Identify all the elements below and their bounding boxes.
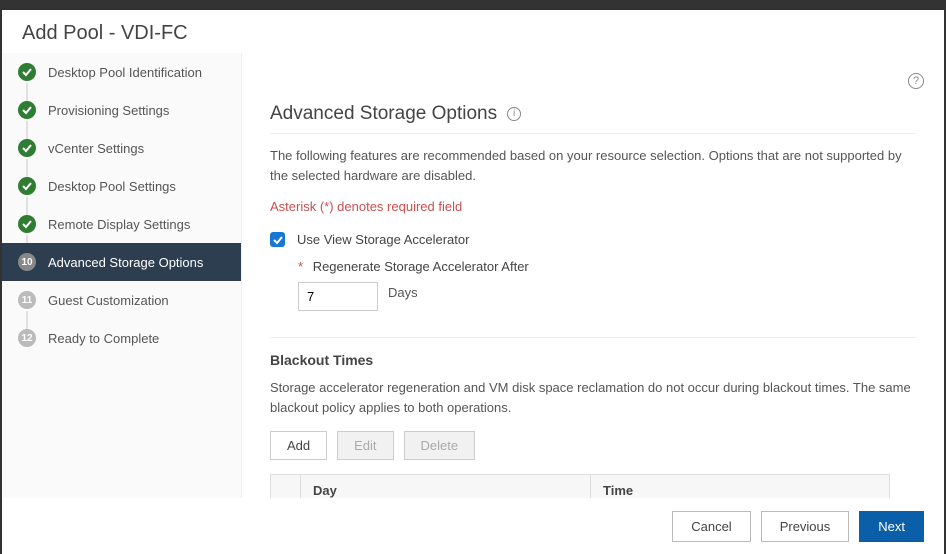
- step-label: Provisioning Settings: [48, 103, 169, 118]
- add-pool-modal: Add Pool - VDI-FC Desktop Pool Identific…: [2, 10, 944, 554]
- step-label: Remote Display Settings: [48, 217, 190, 232]
- check-icon: [18, 63, 36, 81]
- step-label: Ready to Complete: [48, 331, 159, 346]
- blackout-description: Storage accelerator regeneration and VM …: [270, 378, 916, 417]
- check-icon: [273, 235, 283, 245]
- help-icon[interactable]: ?: [908, 73, 924, 89]
- wizard-step[interactable]: Desktop Pool Settings: [2, 167, 241, 205]
- section-title-row: Advanced Storage Options i: [270, 103, 916, 134]
- step-number: 10: [18, 253, 36, 271]
- use-storage-accelerator-row: Use View Storage Accelerator: [270, 232, 916, 247]
- use-storage-accelerator-checkbox[interactable]: [270, 232, 285, 247]
- step-label: vCenter Settings: [48, 141, 144, 156]
- use-storage-accelerator-label: Use View Storage Accelerator: [297, 232, 469, 247]
- wizard-step[interactable]: 10 Advanced Storage Options: [2, 243, 241, 281]
- blackout-button-row: Add Edit Delete: [270, 431, 916, 460]
- check-icon: [18, 101, 36, 119]
- step-label: Desktop Pool Settings: [48, 179, 176, 194]
- required-asterisk: *: [298, 259, 303, 274]
- wizard-step[interactable]: 12 Ready to Complete: [2, 319, 241, 357]
- check-icon: [18, 139, 36, 157]
- regenerate-unit: Days: [388, 285, 418, 300]
- modal-body: Desktop Pool Identification Provisioning …: [2, 53, 944, 498]
- required-note: Asterisk (*) denotes required field: [270, 199, 916, 214]
- regenerate-label: Regenerate Storage Accelerator After: [313, 259, 529, 274]
- table-header-day[interactable]: Day: [301, 475, 591, 498]
- step-label: Guest Customization: [48, 293, 169, 308]
- footer: Cancel Previous Next: [2, 498, 944, 554]
- modal-title: Add Pool - VDI-FC: [2, 10, 944, 53]
- wizard-step[interactable]: Remote Display Settings: [2, 205, 241, 243]
- next-button[interactable]: Next: [859, 511, 924, 542]
- edit-button: Edit: [337, 431, 393, 460]
- regenerate-row: * Regenerate Storage Accelerator After: [298, 259, 916, 274]
- previous-button[interactable]: Previous: [761, 511, 850, 542]
- add-button[interactable]: Add: [270, 431, 327, 460]
- blackout-table: Day Time: [270, 474, 890, 498]
- table-header: Day Time: [271, 475, 889, 498]
- check-icon: [18, 215, 36, 233]
- delete-button: Delete: [404, 431, 476, 460]
- step-number: 11: [18, 291, 36, 309]
- regenerate-input-row: Days: [298, 282, 916, 311]
- check-icon: [18, 177, 36, 195]
- wizard-step[interactable]: Desktop Pool Identification: [2, 53, 241, 91]
- table-header-select: [271, 475, 301, 498]
- table-header-time[interactable]: Time: [591, 475, 889, 498]
- wizard-step[interactable]: Provisioning Settings: [2, 91, 241, 129]
- wizard-steps: Desktop Pool Identification Provisioning …: [2, 53, 242, 498]
- section-title: Advanced Storage Options: [270, 103, 497, 125]
- step-label: Desktop Pool Identification: [48, 65, 202, 80]
- blackout-title: Blackout Times: [270, 337, 916, 368]
- wizard-step[interactable]: 11 Guest Customization: [2, 281, 241, 319]
- section-description: The following features are recommended b…: [270, 146, 916, 185]
- content-pane: ? Advanced Storage Options i The followi…: [242, 53, 944, 498]
- info-icon[interactable]: i: [507, 107, 521, 121]
- regenerate-days-input[interactable]: [298, 282, 378, 311]
- step-number: 12: [18, 329, 36, 347]
- cancel-button[interactable]: Cancel: [672, 511, 750, 542]
- wizard-step[interactable]: vCenter Settings: [2, 129, 241, 167]
- step-label: Advanced Storage Options: [48, 255, 203, 270]
